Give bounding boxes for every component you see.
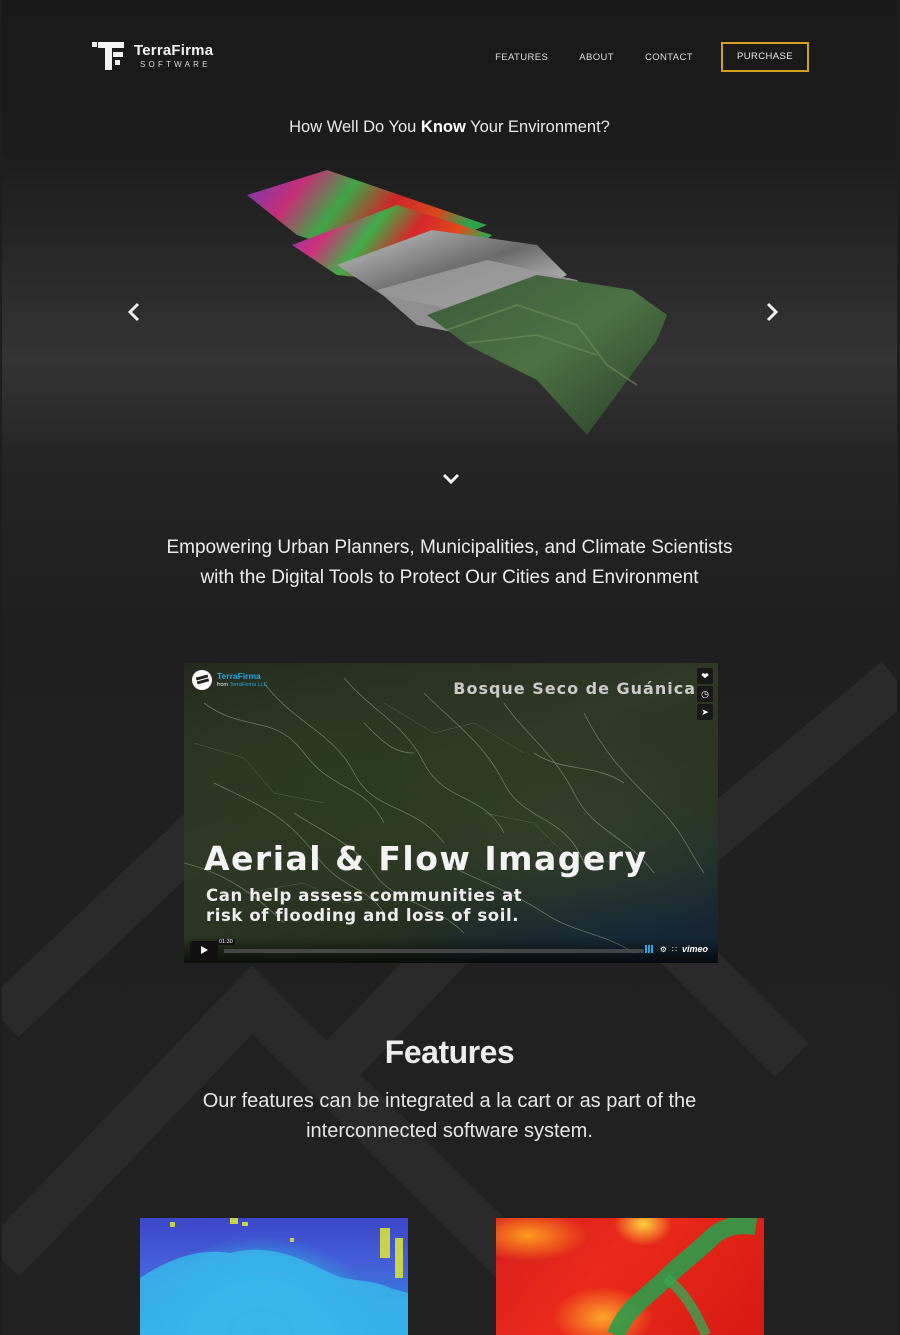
video-time: 01:30 — [217, 939, 235, 945]
feature-thumbnail-heat-map[interactable] — [496, 1218, 764, 1335]
mission-statement: Empowering Urban Planners, Municipalitie… — [2, 533, 897, 593]
features-desc-line-2: interconnected software system. — [306, 1120, 593, 1142]
features-desc-line-1: Our features can be integrated a la cart… — [202, 1090, 697, 1112]
send-icon[interactable]: ➤ — [697, 704, 713, 720]
heart-icon[interactable]: ❤ — [697, 668, 713, 684]
terrafirma-logo-icon — [92, 40, 126, 72]
nav-contact[interactable]: CONTACT — [645, 52, 693, 63]
carousel-next-button[interactable] — [760, 300, 784, 324]
logo-subtitle: SOFTWARE — [140, 60, 211, 69]
scroll-down-button[interactable] — [439, 470, 463, 490]
main-nav: FEATURES ABOUT CONTACT PURCHASE — [464, 42, 809, 72]
features-description: Our features can be integrated a la cart… — [2, 1086, 897, 1146]
logo[interactable]: TerraFirma SOFTWARE — [92, 40, 213, 72]
nav-features[interactable]: FEATURES — [495, 52, 548, 63]
tagline-pre: How Well Do You — [289, 118, 421, 136]
tagline-post: Your Environment? — [465, 118, 610, 136]
nav-about[interactable]: ABOUT — [579, 52, 614, 63]
clock-icon[interactable]: ◷ — [697, 686, 713, 702]
page: TerraFirma SOFTWARE FEATURES ABOUT CONTA… — [2, 0, 897, 1335]
video-player[interactable]: TerraFirma from TerraFirma LLC ❤ ◷ ➤ Bos… — [184, 663, 718, 963]
video-owner[interactable]: TerraFirma from TerraFirma LLC — [192, 670, 268, 690]
video-subtitle-line-1: Can help assess communities at — [206, 886, 523, 905]
purchase-button[interactable]: PURCHASE — [721, 42, 809, 72]
feature-thumbnail-water-map[interactable] — [140, 1218, 408, 1335]
logo-name: TerraFirma — [134, 42, 214, 59]
fullscreen-icon[interactable]: ∷ — [672, 945, 677, 954]
video-from-label: from — [217, 682, 230, 689]
video-from: from TerraFirma LLC — [217, 682, 268, 688]
chevron-right-icon — [766, 302, 779, 322]
tagline-bold: Know — [420, 118, 466, 136]
carousel-prev-button[interactable] — [122, 300, 146, 324]
water-map-image — [140, 1218, 408, 1335]
chevron-left-icon — [127, 302, 140, 322]
mission-line-1: Empowering Urban Planners, Municipalitie… — [166, 537, 733, 558]
heat-map-image — [607, 1218, 758, 1335]
vimeo-logo[interactable]: vimeo — [682, 944, 708, 954]
video-owner-link[interactable]: TerraFirma LLC — [229, 682, 267, 688]
features-title: Features — [384, 1034, 515, 1070]
video-channel-name[interactable]: TerraFirma — [217, 672, 268, 681]
video-subtitle: Can help assess communities at risk of f… — [206, 886, 522, 926]
video-heading: Aerial & Flow Imagery — [204, 839, 648, 878]
hero-terrain-layers-image — [247, 170, 667, 435]
hero-tagline: How Well Do You Know Your Environment? — [2, 118, 897, 137]
channel-avatar[interactable] — [192, 670, 212, 690]
settings-gear-icon[interactable]: ⚙ — [660, 945, 667, 954]
mission-line-2: with the Digital Tools to Protect Our Ci… — [200, 567, 699, 588]
video-location-label: Bosque Seco de Guánica — [453, 679, 696, 698]
play-button[interactable] — [190, 941, 218, 959]
video-side-actions: ❤ ◷ ➤ — [697, 668, 713, 720]
video-subtitle-line-2: risk of flooding and loss of soil. — [206, 906, 520, 925]
video-progress-bar[interactable] — [224, 949, 644, 953]
volume-icon[interactable] — [644, 945, 655, 953]
chevron-down-icon — [442, 473, 460, 485]
video-controls: 01:30 ⚙ ∷ vimeo — [184, 937, 718, 963]
